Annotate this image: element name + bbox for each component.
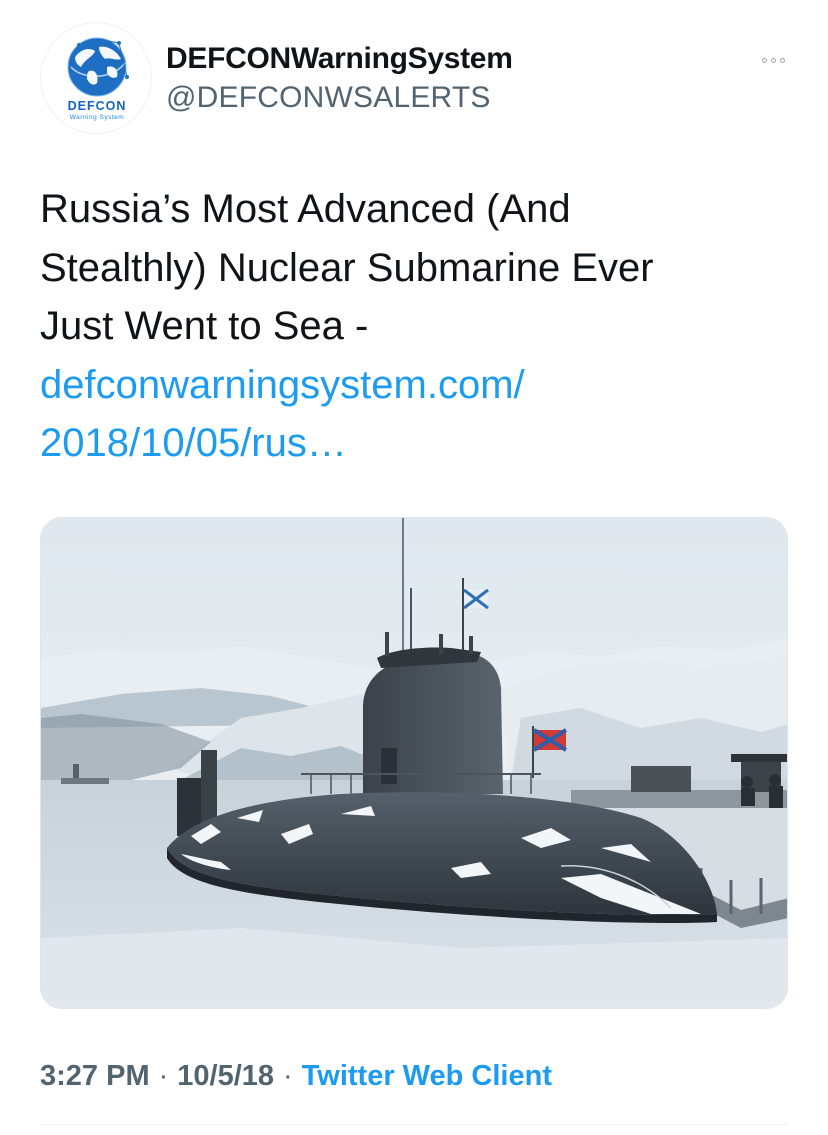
tweet-text: Russia’s Most Advanced (And Stealthly) N… bbox=[40, 180, 800, 473]
tweet-text-line: Russia’s Most Advanced (And bbox=[40, 187, 571, 231]
tweet-detail: DEFCON Warning System DEFCONWarningSyste… bbox=[0, 0, 828, 1135]
meta-separator: · bbox=[283, 1060, 293, 1092]
tweet-link-line[interactable]: defconwarningsystem.com/ bbox=[40, 356, 800, 415]
more-options-button[interactable] bbox=[748, 42, 798, 78]
user-handle[interactable]: @DEFCONWSALERTS bbox=[166, 81, 491, 115]
tweet-source-link[interactable]: Twitter Web Client bbox=[302, 1060, 552, 1092]
svg-text:DEFCON: DEFCON bbox=[68, 99, 127, 113]
tweet-date[interactable]: 10/5/18 bbox=[177, 1060, 274, 1092]
tweet-text-line: Just Went to Sea - bbox=[40, 304, 369, 348]
tweet-time[interactable]: 3:27 PM bbox=[40, 1060, 150, 1092]
submarine-photo bbox=[41, 518, 787, 1008]
divider bbox=[40, 1124, 788, 1125]
display-name[interactable]: DEFCONWarningSystem bbox=[166, 42, 513, 76]
tweet-meta: 3:27 PM · 10/5/18 · Twitter Web Client bbox=[40, 1060, 552, 1093]
svg-text:Warning System: Warning System bbox=[70, 114, 124, 121]
more-horizontal-icon bbox=[760, 57, 787, 63]
defcon-logo-icon: DEFCON Warning System bbox=[59, 37, 135, 121]
tweet-link-line[interactable]: 2018/10/05/rus… bbox=[40, 414, 800, 473]
tweet-photo[interactable] bbox=[40, 517, 788, 1009]
tweet-text-line: Stealthly) Nuclear Submarine Ever bbox=[40, 245, 654, 290]
avatar[interactable]: DEFCON Warning System bbox=[40, 22, 152, 134]
meta-separator: · bbox=[158, 1060, 169, 1092]
